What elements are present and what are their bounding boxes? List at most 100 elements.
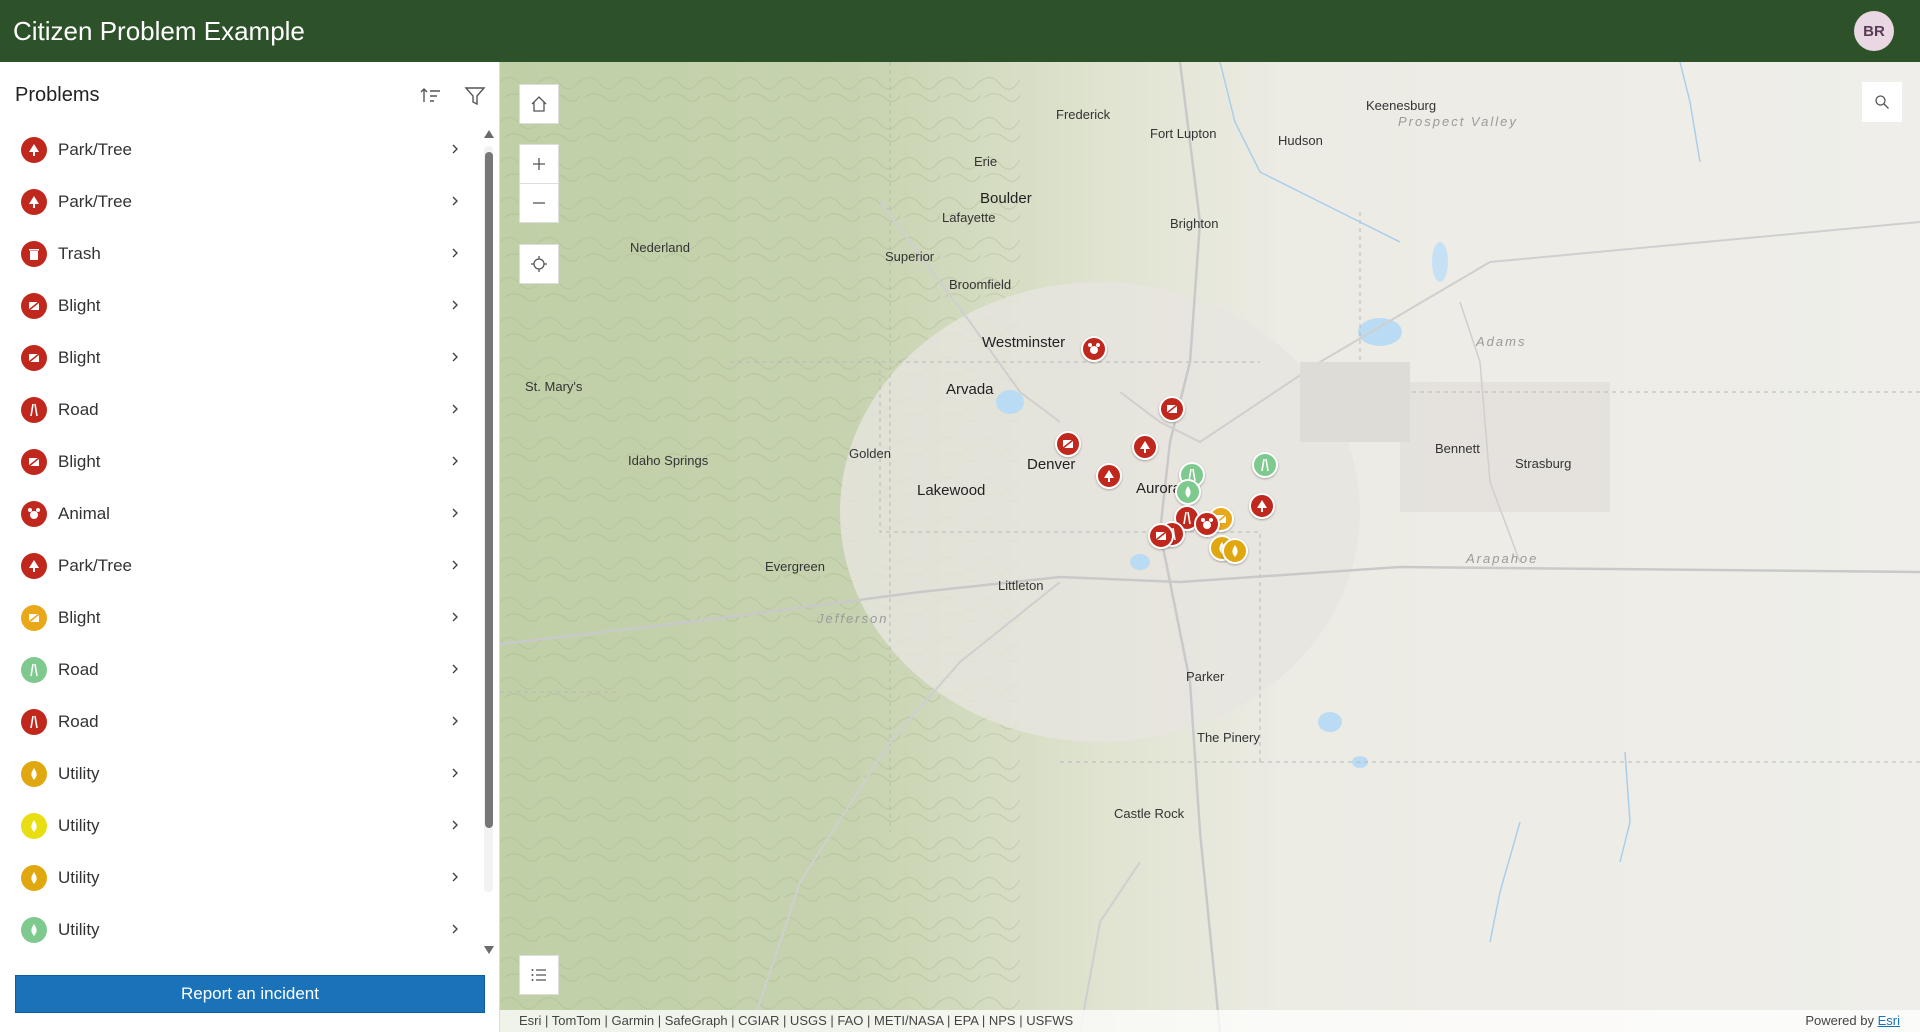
chevron-right-icon xyxy=(448,350,462,364)
list-item[interactable]: Animal xyxy=(0,488,476,539)
blight-icon xyxy=(21,605,47,631)
place-label: Arvada xyxy=(946,381,994,398)
place-label: Denver xyxy=(1027,456,1076,473)
chevron-right-icon xyxy=(448,246,462,260)
legend-list-button[interactable] xyxy=(519,955,559,995)
list-item[interactable]: Road xyxy=(0,644,476,695)
scrollbar-thumb[interactable] xyxy=(485,152,493,828)
road-icon xyxy=(21,397,47,423)
map-marker-animal[interactable] xyxy=(1194,511,1220,537)
map-marker-road[interactable] xyxy=(1252,452,1278,478)
sort-button[interactable] xyxy=(417,82,445,110)
blight-icon xyxy=(21,449,47,475)
list-item[interactable]: Park/Tree xyxy=(0,124,476,175)
chevron-right-icon xyxy=(448,922,462,936)
list-item[interactable]: Park/Tree xyxy=(0,176,476,227)
list-item[interactable]: Blight xyxy=(0,592,476,643)
blight-icon xyxy=(1155,531,1167,541)
list-item[interactable]: Utility xyxy=(0,852,476,903)
place-label: Erie xyxy=(974,154,998,169)
report-incident-button[interactable]: Report an incident xyxy=(15,975,485,1013)
tree-icon xyxy=(1104,470,1114,482)
list-item-label: Road xyxy=(58,660,99,679)
list-item-label: Utility xyxy=(58,868,100,887)
blight-icon xyxy=(1166,404,1178,414)
list-item-label: Road xyxy=(58,400,99,419)
place-label: Jefferson xyxy=(817,611,889,626)
place-label: Bennett xyxy=(1435,441,1480,456)
list-item-label: Park/Tree xyxy=(58,556,133,575)
app-window: Citizen Problem Example BR Problems Park… xyxy=(0,0,1920,1032)
road-icon xyxy=(1261,458,1269,472)
list-item-label: Park/Tree xyxy=(58,140,133,159)
animal-icon xyxy=(21,501,47,527)
chevron-right-icon xyxy=(448,662,462,676)
list-item[interactable]: Utility xyxy=(0,748,476,799)
place-label: St. Mary's xyxy=(525,379,583,394)
list-item-label: Trash xyxy=(58,244,101,263)
list-item[interactable]: Road xyxy=(0,696,476,747)
utility-icon xyxy=(21,917,47,943)
list-item[interactable]: Utility xyxy=(0,800,476,851)
chevron-right-icon xyxy=(448,558,462,572)
chevron-right-icon xyxy=(448,194,462,208)
filter-button[interactable] xyxy=(461,82,489,110)
utility-icon xyxy=(1232,545,1238,557)
place-label: Idaho Springs xyxy=(628,453,709,468)
place-label: Arapahoe xyxy=(1466,551,1539,566)
list-item-label: Blight xyxy=(58,296,101,315)
place-label: Littleton xyxy=(998,578,1044,593)
place-label: Prospect Valley xyxy=(1398,114,1518,129)
zoom-in-button[interactable] xyxy=(519,144,559,184)
list-item[interactable]: Utility xyxy=(0,904,476,955)
esri-link[interactable]: Esri xyxy=(1878,1013,1900,1028)
tree-icon xyxy=(1257,500,1267,512)
list-item[interactable]: Park/Tree xyxy=(0,540,476,591)
zoom-out-button[interactable] xyxy=(519,183,559,223)
list-item[interactable]: Blight xyxy=(0,280,476,331)
chevron-right-icon xyxy=(448,818,462,832)
utility-icon xyxy=(21,865,47,891)
panel-title: Problems xyxy=(15,84,100,106)
plus-icon xyxy=(533,158,545,170)
map-marker-blight[interactable] xyxy=(1055,431,1081,457)
panel-header: Problems xyxy=(0,62,500,124)
scroll-down-arrow[interactable] xyxy=(484,946,494,954)
chevron-right-icon xyxy=(448,870,462,884)
scroll-up-arrow[interactable] xyxy=(484,130,494,138)
list-item[interactable]: Trash xyxy=(0,228,476,279)
map-view[interactable]: Boulder Frederick Fort Lupton Keenesburg Hud… xyxy=(500,62,1920,1032)
place-label: Nederland xyxy=(630,240,690,255)
road-icon xyxy=(21,709,47,735)
place-label: Golden xyxy=(849,446,891,461)
locate-button[interactable] xyxy=(519,244,559,284)
map-marker-utility[interactable] xyxy=(1222,538,1248,564)
list-icon xyxy=(531,969,546,981)
place-label: Lakewood xyxy=(917,482,986,499)
list-item[interactable]: Road xyxy=(0,384,476,435)
home-button[interactable] xyxy=(519,84,559,124)
list-item[interactable]: Blight xyxy=(0,332,476,383)
user-avatar[interactable]: BR xyxy=(1854,11,1894,51)
map-marker-park-tree[interactable] xyxy=(1249,493,1275,519)
place-label: Westminster xyxy=(982,334,1066,351)
chevron-right-icon xyxy=(448,142,462,156)
list-item-label: Utility xyxy=(58,816,100,835)
map-search-button[interactable] xyxy=(1862,82,1902,122)
place-label: Lafayette xyxy=(942,210,996,225)
list-item-label: Blight xyxy=(58,608,101,627)
place-label: Evergreen xyxy=(765,559,825,574)
map-marker-animal[interactable] xyxy=(1081,336,1107,362)
map-marker-utility[interactable] xyxy=(1175,479,1201,505)
place-label: Hudson xyxy=(1278,133,1323,148)
utility-icon xyxy=(21,813,47,839)
powered-by: Powered by Esri xyxy=(1805,1010,1900,1032)
map-marker-blight[interactable] xyxy=(1148,523,1174,549)
map-marker-park-tree[interactable] xyxy=(1096,463,1122,489)
place-label: Parker xyxy=(1186,669,1225,684)
list-item-label: Utility xyxy=(58,764,100,783)
map-marker-park-tree[interactable] xyxy=(1132,434,1158,460)
list-item[interactable]: Blight xyxy=(0,436,476,487)
map-attribution: Esri | TomTom | Garmin | SafeGraph | CGI… xyxy=(500,1010,1920,1032)
map-marker-blight[interactable] xyxy=(1159,396,1185,422)
